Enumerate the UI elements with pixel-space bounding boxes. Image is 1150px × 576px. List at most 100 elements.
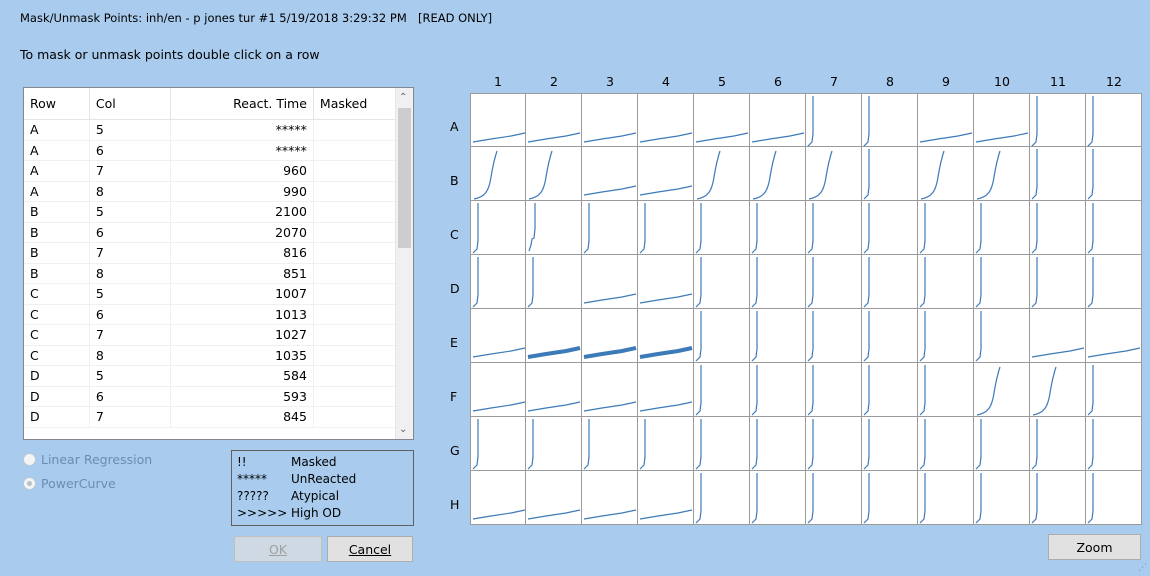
cancel-button[interactable]: Cancel bbox=[327, 536, 413, 562]
well-C7[interactable] bbox=[806, 201, 862, 255]
well-H1[interactable] bbox=[470, 471, 526, 525]
well-G1[interactable] bbox=[470, 417, 526, 471]
well-C4[interactable] bbox=[638, 201, 694, 255]
well-G10[interactable] bbox=[974, 417, 1030, 471]
table-row[interactable]: B 5 2100 bbox=[24, 201, 397, 223]
well-A2[interactable] bbox=[526, 93, 582, 147]
well-D9[interactable] bbox=[918, 255, 974, 309]
well-G5[interactable] bbox=[694, 417, 750, 471]
well-E1[interactable] bbox=[470, 309, 526, 363]
well-D2[interactable] bbox=[526, 255, 582, 309]
well-B2[interactable] bbox=[526, 147, 582, 201]
well-H12[interactable] bbox=[1086, 471, 1142, 525]
header-col[interactable]: Col bbox=[89, 88, 171, 120]
table-row[interactable]: A 5 ***** bbox=[24, 119, 397, 141]
table-row[interactable]: B 8 851 bbox=[24, 263, 397, 284]
well-E7[interactable] bbox=[806, 309, 862, 363]
well-F10[interactable] bbox=[974, 363, 1030, 417]
table-row[interactable]: C 7 1027 bbox=[24, 324, 397, 346]
well-A7[interactable] bbox=[806, 93, 862, 147]
well-F11[interactable] bbox=[1030, 363, 1086, 417]
well-D4[interactable] bbox=[638, 255, 694, 309]
well-E9[interactable] bbox=[918, 309, 974, 363]
well-B11[interactable] bbox=[1030, 147, 1086, 201]
well-B10[interactable] bbox=[974, 147, 1030, 201]
table-scrollbar[interactable]: ⌃ ⌄ bbox=[395, 88, 413, 439]
well-H2[interactable] bbox=[526, 471, 582, 525]
well-C8[interactable] bbox=[862, 201, 918, 255]
well-E12[interactable] bbox=[1086, 309, 1142, 363]
header-masked[interactable]: Masked bbox=[313, 88, 397, 120]
well-D7[interactable] bbox=[806, 255, 862, 309]
well-C6[interactable] bbox=[750, 201, 806, 255]
well-C5[interactable] bbox=[694, 201, 750, 255]
well-G12[interactable] bbox=[1086, 417, 1142, 471]
ok-button[interactable]: OK bbox=[234, 536, 322, 562]
well-E5[interactable] bbox=[694, 309, 750, 363]
table-row[interactable]: B 7 816 bbox=[24, 242, 397, 264]
well-F12[interactable] bbox=[1086, 363, 1142, 417]
well-D10[interactable] bbox=[974, 255, 1030, 309]
well-E11[interactable] bbox=[1030, 309, 1086, 363]
header-row[interactable]: Row bbox=[24, 88, 90, 120]
well-A11[interactable] bbox=[1030, 93, 1086, 147]
well-G8[interactable] bbox=[862, 417, 918, 471]
well-G7[interactable] bbox=[806, 417, 862, 471]
well-H6[interactable] bbox=[750, 471, 806, 525]
well-C11[interactable] bbox=[1030, 201, 1086, 255]
well-C12[interactable] bbox=[1086, 201, 1142, 255]
well-B9[interactable] bbox=[918, 147, 974, 201]
well-F4[interactable] bbox=[638, 363, 694, 417]
well-plate-grid[interactable] bbox=[470, 93, 1142, 525]
well-C1[interactable] bbox=[470, 201, 526, 255]
well-C9[interactable] bbox=[918, 201, 974, 255]
well-C10[interactable] bbox=[974, 201, 1030, 255]
well-A6[interactable] bbox=[750, 93, 806, 147]
well-E3[interactable] bbox=[582, 309, 638, 363]
well-B8[interactable] bbox=[862, 147, 918, 201]
well-H8[interactable] bbox=[862, 471, 918, 525]
well-G3[interactable] bbox=[582, 417, 638, 471]
well-F2[interactable] bbox=[526, 363, 582, 417]
well-B5[interactable] bbox=[694, 147, 750, 201]
table-row[interactable]: D 5 584 bbox=[24, 365, 397, 387]
well-B3[interactable] bbox=[582, 147, 638, 201]
well-A10[interactable] bbox=[974, 93, 1030, 147]
well-F9[interactable] bbox=[918, 363, 974, 417]
resize-grip-icon[interactable]: ⋰ bbox=[1138, 563, 1147, 573]
table-row[interactable]: C 5 1007 bbox=[24, 283, 397, 305]
well-B12[interactable] bbox=[1086, 147, 1142, 201]
table-row[interactable]: A 7 960 bbox=[24, 160, 397, 182]
table-row[interactable]: C 6 1013 bbox=[24, 304, 397, 325]
well-D6[interactable] bbox=[750, 255, 806, 309]
well-H5[interactable] bbox=[694, 471, 750, 525]
well-B7[interactable] bbox=[806, 147, 862, 201]
well-F7[interactable] bbox=[806, 363, 862, 417]
well-F5[interactable] bbox=[694, 363, 750, 417]
well-C2[interactable] bbox=[526, 201, 582, 255]
well-G2[interactable] bbox=[526, 417, 582, 471]
well-D3[interactable] bbox=[582, 255, 638, 309]
well-D1[interactable] bbox=[470, 255, 526, 309]
well-E10[interactable] bbox=[974, 309, 1030, 363]
zoom-button[interactable]: Zoom bbox=[1048, 534, 1141, 560]
power-curve-option[interactable]: PowerCurve bbox=[23, 476, 116, 491]
well-G11[interactable] bbox=[1030, 417, 1086, 471]
well-D5[interactable] bbox=[694, 255, 750, 309]
well-A8[interactable] bbox=[862, 93, 918, 147]
well-E2[interactable] bbox=[526, 309, 582, 363]
well-A1[interactable] bbox=[470, 93, 526, 147]
well-E8[interactable] bbox=[862, 309, 918, 363]
well-A3[interactable] bbox=[582, 93, 638, 147]
well-A9[interactable] bbox=[918, 93, 974, 147]
well-A5[interactable] bbox=[694, 93, 750, 147]
well-G4[interactable] bbox=[638, 417, 694, 471]
table-row[interactable]: D 7 845 bbox=[24, 406, 397, 428]
well-H9[interactable] bbox=[918, 471, 974, 525]
well-H7[interactable] bbox=[806, 471, 862, 525]
table-row[interactable]: B 6 2070 bbox=[24, 222, 397, 243]
well-A4[interactable] bbox=[638, 93, 694, 147]
header-react-time[interactable]: React. Time bbox=[170, 88, 314, 120]
well-C3[interactable] bbox=[582, 201, 638, 255]
well-F8[interactable] bbox=[862, 363, 918, 417]
